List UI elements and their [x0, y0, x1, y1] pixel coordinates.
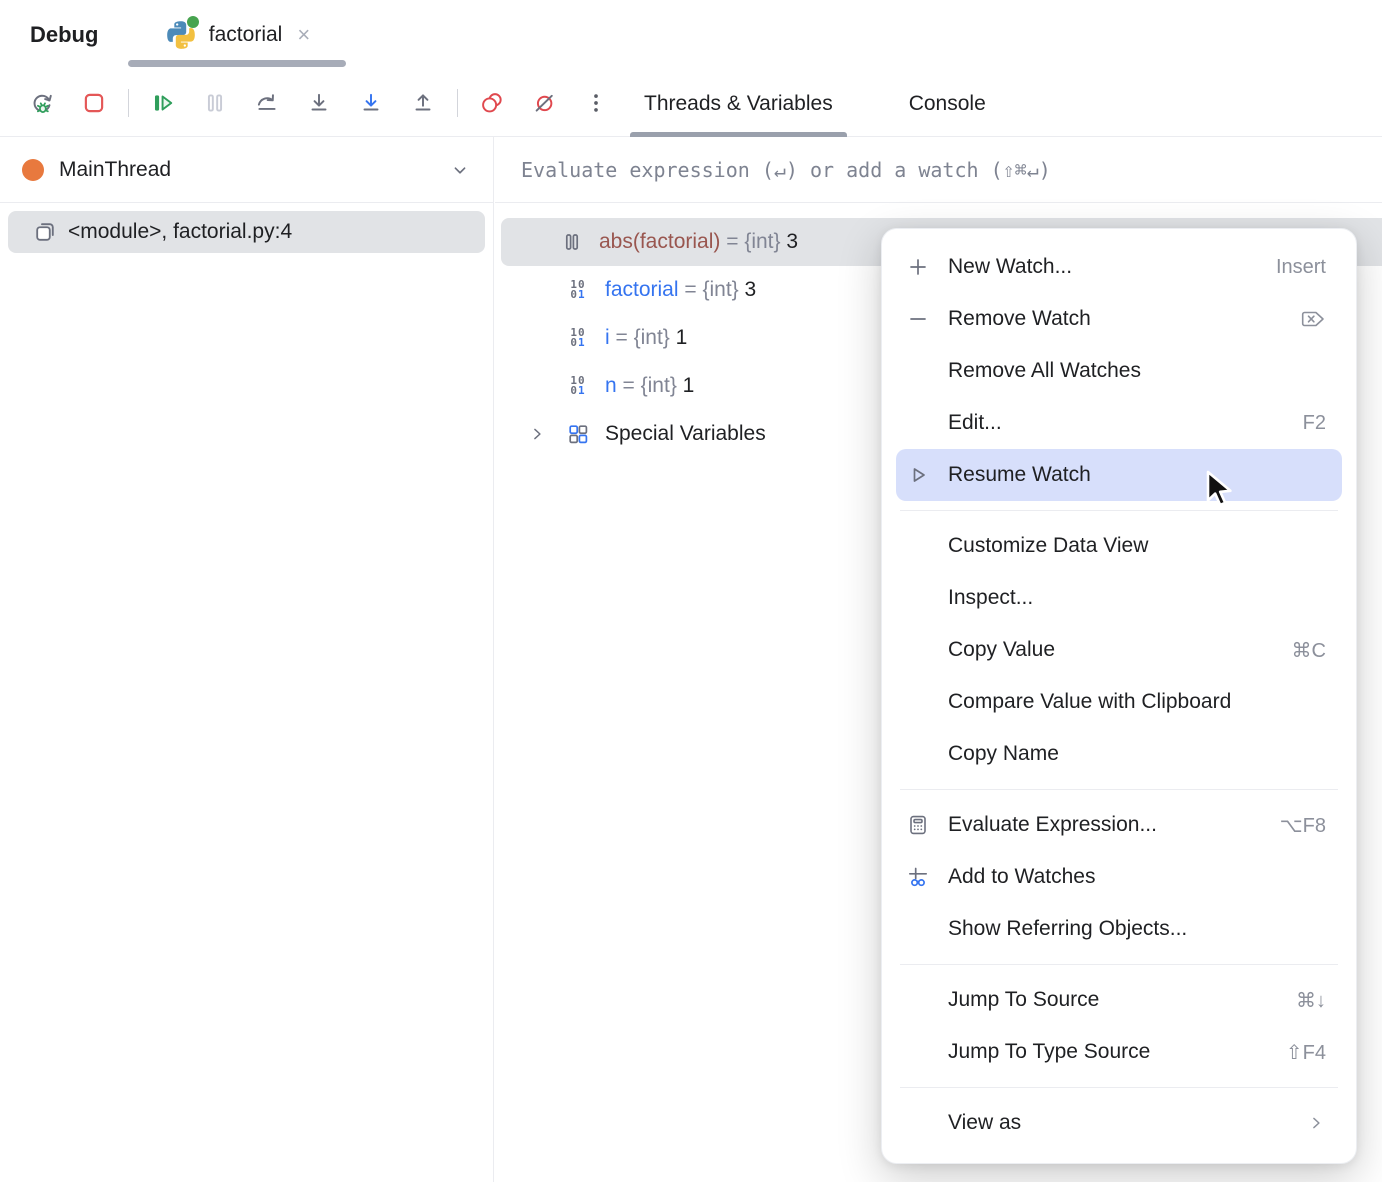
add-to-watches-icon [906, 865, 930, 889]
active-tab-underline [128, 60, 346, 67]
view-breakpoints-icon[interactable] [475, 86, 509, 120]
shortcut-hint: ⌥F8 [1280, 813, 1326, 838]
session-tab-label: factorial [209, 23, 283, 47]
close-icon[interactable]: × [297, 22, 310, 48]
frame-label: <module>, factorial.py:4 [68, 220, 292, 244]
thread-status-icon [22, 159, 44, 181]
shortcut-hint: ⌘↓ [1296, 988, 1326, 1013]
group-label: Special Variables [605, 422, 766, 446]
debug-tool-window: Debug factorial × [0, 0, 1382, 1182]
menu-item-jump-to-type-source[interactable]: Jump To Type Source ⇧F4 [896, 1026, 1342, 1078]
shortcut-hint: F2 [1303, 412, 1326, 435]
menu-item-show-referring-objects[interactable]: Show Referring Objects... [896, 903, 1342, 955]
tab-console[interactable]: Console [895, 70, 1000, 137]
frame-row-module[interactable]: <module>, factorial.py:4 [8, 211, 485, 253]
step-into-icon[interactable] [302, 86, 336, 120]
menu-item-compare-value-with-clipboard[interactable]: Compare Value with Clipboard [896, 676, 1342, 728]
shortcut-hint: Insert [1276, 256, 1326, 279]
menu-item-new-watch[interactable]: New Watch... Insert [896, 241, 1342, 293]
variable-icon: 1001 [570, 376, 585, 396]
chevron-right-icon[interactable] [527, 424, 547, 444]
watch-expression-text: abs(factorial) = {int} 3 [599, 230, 798, 254]
menu-item-jump-to-source[interactable]: Jump To Source ⌘↓ [896, 974, 1342, 1026]
submenu-chevron-right-icon [1306, 1113, 1326, 1133]
menu-item-copy-name[interactable]: Copy Name [896, 728, 1342, 780]
menu-item-view-as[interactable]: View as [896, 1097, 1342, 1149]
menu-item-add-to-watches[interactable]: Add to Watches [896, 851, 1342, 903]
variable-text: i = {int} 1 [605, 326, 687, 350]
menu-item-remove-watch[interactable]: Remove Watch [896, 293, 1342, 345]
calculator-icon [906, 813, 930, 837]
menu-item-evaluate-expression[interactable]: Evaluate Expression... ⌥F8 [896, 799, 1342, 851]
evaluate-expression-input[interactable]: Evaluate expression (↵) or add a watch (… [495, 137, 1382, 203]
grid-icon [566, 422, 590, 446]
play-icon [906, 463, 930, 487]
thread-selector[interactable]: MainThread [0, 137, 493, 203]
menu-separator [900, 510, 1338, 511]
tab-threads-variables-label: Threads & Variables [644, 92, 833, 116]
plus-icon [906, 255, 930, 279]
shortcut-hint: ⇧F4 [1286, 1040, 1326, 1065]
rerun-debug-icon[interactable] [25, 86, 59, 120]
toolbar-separator [457, 89, 458, 117]
watch-context-menu: New Watch... Insert Remove Watch Remove … [881, 228, 1357, 1164]
thread-name: MainThread [59, 158, 449, 182]
minus-icon [906, 307, 930, 331]
python-icon [164, 18, 198, 52]
frames-panel: MainThread <module>, factorial.py:4 [0, 137, 494, 1182]
variable-icon: 1001 [570, 280, 585, 300]
menu-item-customize-data-view[interactable]: Customize Data View [896, 520, 1342, 572]
stop-icon[interactable] [77, 86, 111, 120]
toolbar-separator [128, 89, 129, 117]
shortcut-hint: ⌘C [1292, 638, 1326, 663]
menu-item-inspect[interactable]: Inspect... [896, 572, 1342, 624]
session-tab-factorial[interactable]: factorial × [128, 0, 346, 70]
debugger-view-tabs: Threads & Variables Console [630, 70, 1000, 137]
resume-program-icon[interactable] [146, 86, 180, 120]
variable-text: n = {int} 1 [605, 374, 694, 398]
variable-text: factorial = {int} 3 [605, 278, 756, 302]
tab-threads-variables[interactable]: Threads & Variables [630, 70, 847, 137]
menu-item-edit[interactable]: Edit... F2 [896, 397, 1342, 449]
pause-program-icon[interactable] [198, 86, 232, 120]
menu-item-remove-all-watches[interactable]: Remove All Watches [896, 345, 1342, 397]
step-over-icon[interactable] [250, 86, 284, 120]
tool-window-title: Debug [30, 22, 98, 48]
delete-key-icon [1299, 308, 1326, 330]
mouse-cursor [1206, 470, 1240, 510]
variable-icon: 1001 [570, 328, 585, 348]
stack-frame-icon [32, 219, 58, 245]
tab-console-label: Console [909, 92, 986, 116]
more-options-icon[interactable] [579, 86, 613, 120]
force-step-into-icon[interactable] [354, 86, 388, 120]
watch-paused-icon [560, 230, 584, 254]
frame-list: <module>, factorial.py:4 [0, 203, 493, 261]
menu-separator [900, 964, 1338, 965]
chevron-down-icon [449, 159, 471, 181]
step-out-icon[interactable] [406, 86, 440, 120]
menu-item-resume-watch[interactable]: Resume Watch [896, 449, 1342, 501]
menu-separator [900, 789, 1338, 790]
mute-breakpoints-icon[interactable] [527, 86, 561, 120]
debug-header: Debug factorial × [0, 0, 1382, 70]
menu-item-copy-value[interactable]: Copy Value ⌘C [896, 624, 1342, 676]
running-indicator [187, 16, 199, 28]
menu-separator [900, 1087, 1338, 1088]
